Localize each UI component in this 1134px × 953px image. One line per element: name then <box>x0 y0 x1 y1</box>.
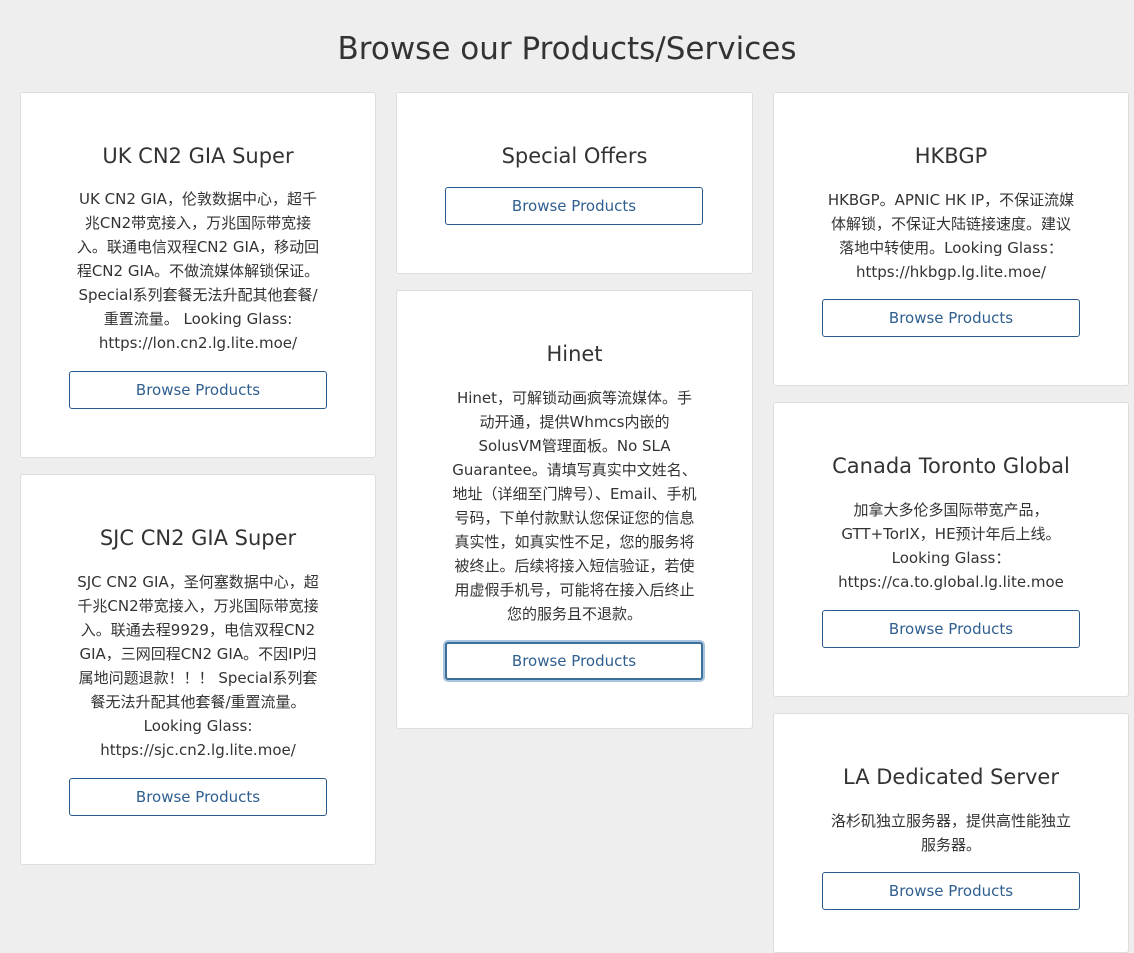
card-title: Special Offers <box>501 144 648 168</box>
desc-line: 真实性，如真实性不足，您的服务将 <box>454 533 695 551</box>
page-title: Browse our Products/Services <box>337 31 797 67</box>
desc-line: 重置流量。 Looking Glass: <box>103 310 293 328</box>
desc-line: UK CN2 GIA，伦敦数据中心，超千 <box>79 190 317 208</box>
desc-line: 动开通，提供Whmcs内嵌的 <box>479 413 670 431</box>
desc-line: 入。联通电信双程CN2 GIA，移动回 <box>76 238 320 256</box>
desc-line: 兆CN2带宽接入，万兆国际带宽接 <box>84 214 312 232</box>
desc-line: SolusVM管理面板。No SLA <box>478 437 671 455</box>
product-group-card-special-offers: Special Offers Browse Products <box>396 92 753 274</box>
desc-line: 体解锁，不保证大陆链接速度。建议 <box>830 215 1071 233</box>
desc-line: Looking Glass： <box>891 549 1011 567</box>
desc-line: 千兆CN2带宽接入，万兆国际带宽接 <box>77 597 319 615</box>
card-title: Hinet <box>546 342 603 366</box>
desc-line: Guarantee。请填写真实中文姓名、 <box>452 461 697 479</box>
desc-line: GTT+TorIX，HE预计年后上线。 <box>841 525 1061 543</box>
desc-line: https://ca.to.global.lg.lite.moe <box>838 573 1064 591</box>
card-title: UK CN2 GIA Super <box>102 144 294 168</box>
card-title: LA Dedicated Server <box>843 765 1059 789</box>
desc-line: Looking Glass: <box>143 717 253 735</box>
card-title: Canada Toronto Global <box>832 454 1070 478</box>
desc-line: https://hkbgp.lg.lite.moe/ <box>855 263 1047 281</box>
card-description: UK CN2 GIA，伦敦数据中心，超千 兆CN2带宽接入，万兆国际带宽接 入。… <box>29 187 367 355</box>
browse-products-button[interactable]: Browse Products <box>822 299 1080 337</box>
desc-line: 洛杉矶独立服务器，提供高性能独立 <box>830 812 1071 830</box>
desc-line: https://sjc.cn2.lg.lite.moe/ <box>100 741 296 759</box>
desc-line: 号码，下单付款默认您保证您的信息 <box>454 509 695 527</box>
browse-products-button[interactable]: Browse Products <box>822 872 1080 910</box>
desc-line: Special系列套餐无法升配其他套餐/ <box>78 286 318 304</box>
product-group-card-uk-cn2-gia-super: UK CN2 GIA Super UK CN2 GIA，伦敦数据中心，超千 兆C… <box>20 92 376 458</box>
product-group-card-hinet: Hinet Hinet，可解锁动画疯等流媒体。手 动开通，提供Whmcs内嵌的 … <box>396 290 753 729</box>
desc-line: 入。联通去程9929，电信双程CN2 <box>80 621 316 639</box>
desc-line: Hinet，可解锁动画疯等流媒体。手 <box>456 389 693 407</box>
desc-line: 餐无法升配其他套餐/重置流量。 <box>90 693 306 711</box>
product-group-card-la-dedicated-server: LA Dedicated Server 洛杉矶独立服务器，提供高性能独立 服务器… <box>773 713 1129 953</box>
desc-line: 属地问题退款！！！ Special系列套 <box>78 669 318 687</box>
card-title: SJC CN2 GIA Super <box>99 526 297 550</box>
desc-line: GIA，三网回程CN2 GIA。不因IP归 <box>79 645 317 663</box>
card-description: Hinet，可解锁动画疯等流媒体。手 动开通，提供Whmcs内嵌的 SolusV… <box>405 386 744 626</box>
product-group-card-canada-toronto-global: Canada Toronto Global 加拿大多伦多国际带宽产品， GTT+… <box>773 402 1129 697</box>
desc-line: 加拿大多伦多国际带宽产品， <box>853 501 1049 519</box>
browse-products-button[interactable]: Browse Products <box>69 778 327 816</box>
product-group-card-sjc-cn2-gia-super: SJC CN2 GIA Super SJC CN2 GIA，圣何塞数据中心，超 … <box>20 474 376 865</box>
desc-line: 用虚假手机号，可能将在接入后终止 <box>454 581 695 599</box>
desc-line: SJC CN2 GIA，圣何塞数据中心，超 <box>77 573 319 591</box>
browse-products-button[interactable]: Browse Products <box>822 610 1080 648</box>
product-group-card-hkbgp: HKBGP HKBGP。APNIC HK IP，不保证流媒 体解锁，不保证大陆链… <box>773 92 1129 386</box>
desc-line: HKBGP。APNIC HK IP，不保证流媒 <box>827 191 1075 209</box>
desc-line: 您的服务且不退款。 <box>506 605 642 623</box>
browse-products-button[interactable]: Browse Products <box>445 187 703 225</box>
card-title: HKBGP <box>914 144 988 168</box>
browse-products-button[interactable]: Browse Products <box>445 642 703 680</box>
desc-line: 落地中转使用。Looking Glass： <box>839 239 1063 257</box>
desc-line: 被终止。后续将接入短信验证，若使 <box>454 557 695 575</box>
card-description: 加拿大多伦多国际带宽产品， GTT+TorIX，HE预计年后上线。 Lookin… <box>782 498 1120 594</box>
card-description: SJC CN2 GIA，圣何塞数据中心，超 千兆CN2带宽接入，万兆国际带宽接 … <box>29 570 367 762</box>
card-description: 洛杉矶独立服务器，提供高性能独立 服务器。 <box>782 809 1120 857</box>
desc-line: 程CN2 GIA。不做流媒体解锁保证。 <box>76 262 320 280</box>
card-description: HKBGP。APNIC HK IP，不保证流媒 体解锁，不保证大陆链接速度。建议… <box>782 188 1120 284</box>
browse-products-button[interactable]: Browse Products <box>69 371 327 409</box>
desc-line: https://lon.cn2.lg.lite.moe/ <box>98 334 298 352</box>
desc-line: 服务器。 <box>920 836 981 854</box>
desc-line: 地址（详细至门牌号）、Email、手机 <box>452 485 697 503</box>
